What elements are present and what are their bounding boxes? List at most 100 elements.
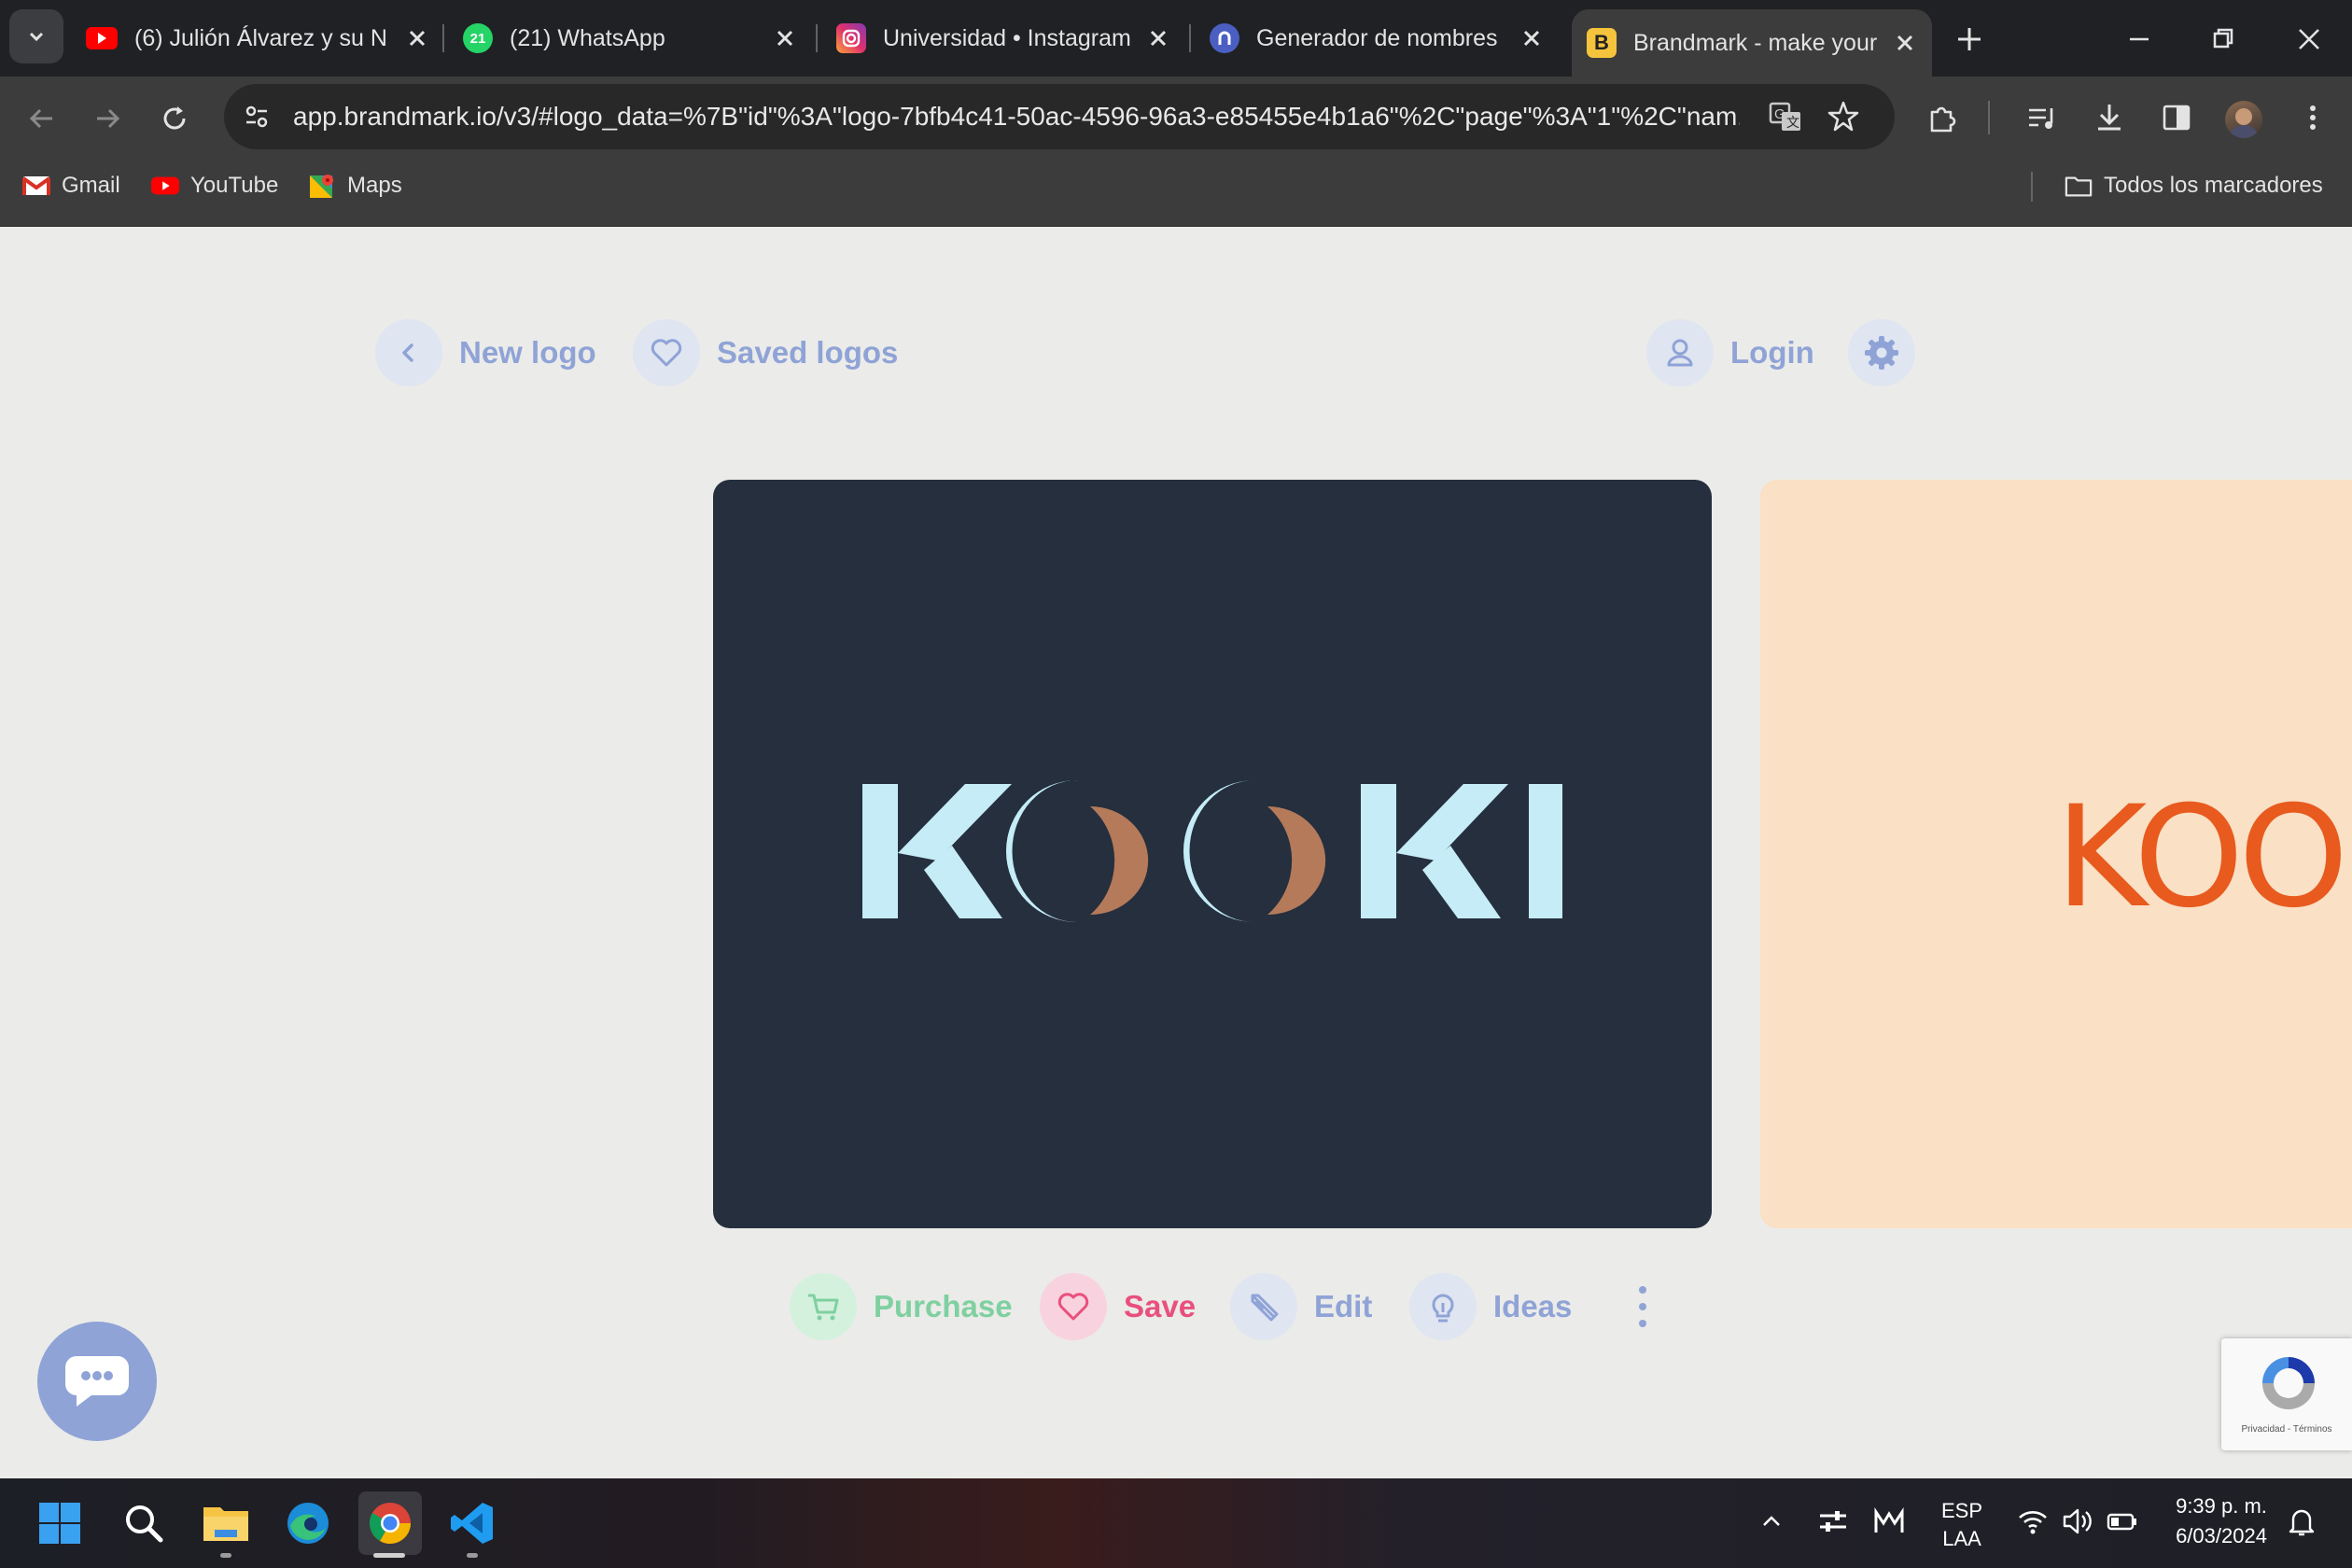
taskbar-search-button[interactable] xyxy=(112,1491,175,1555)
close-icon[interactable] xyxy=(403,24,431,52)
logo-card[interactable]: KOOKI xyxy=(713,480,1712,1228)
close-icon[interactable] xyxy=(1144,24,1172,52)
ideas-label: Ideas xyxy=(1493,1289,1573,1323)
ideas-button[interactable]: Ideas xyxy=(1409,1273,1572,1340)
volume-icon[interactable] xyxy=(2061,1505,2094,1538)
vscode-button[interactable] xyxy=(441,1491,504,1555)
language-code: ESP xyxy=(1940,1499,1983,1522)
edit-button[interactable]: Edit xyxy=(1230,1273,1372,1340)
chrome-button[interactable] xyxy=(358,1491,422,1555)
minimize-icon[interactable] xyxy=(2122,22,2156,56)
running-indicator xyxy=(467,1553,478,1558)
tab-search-button[interactable] xyxy=(9,9,63,63)
vscode-icon xyxy=(451,1503,493,1544)
tab-namelix[interactable]: Generador de nombres xyxy=(1210,0,1546,77)
tab-title: (6) Julión Álvarez y su N xyxy=(134,24,387,51)
logo-preview-text: KOO xyxy=(2055,777,2348,939)
purchase-button[interactable]: Purchase xyxy=(790,1273,1013,1340)
tab-strip: (6) Julión Álvarez y su N 21 (21) WhatsA… xyxy=(0,0,2352,77)
close-icon[interactable] xyxy=(1891,29,1919,57)
tab-brandmark[interactable]: B Brandmark - make your xyxy=(1572,9,1932,77)
url-text[interactable]: app.brandmark.io/v3/#logo_data=%7B"id"%3… xyxy=(293,84,1740,149)
pencil-icon xyxy=(1230,1273,1297,1340)
youtube-icon xyxy=(151,172,179,200)
edit-label: Edit xyxy=(1314,1289,1373,1323)
restore-icon[interactable] xyxy=(2206,22,2240,56)
tab-whatsapp[interactable]: 21 (21) WhatsApp xyxy=(463,0,799,77)
save-button[interactable]: Save xyxy=(1040,1273,1196,1340)
search-icon xyxy=(126,1505,163,1543)
more-vertical-icon[interactable] xyxy=(2294,99,2331,136)
bookmark-youtube[interactable]: YouTube xyxy=(151,159,278,213)
folder-icon xyxy=(2065,172,2093,200)
folder-icon xyxy=(203,1507,248,1541)
battery-icon[interactable] xyxy=(2106,1505,2139,1538)
new-tab-icon[interactable] xyxy=(1953,22,1986,56)
bookmark-maps[interactable]: Maps xyxy=(308,159,402,213)
tab-instagram[interactable]: Universidad • Instagram xyxy=(836,0,1172,77)
file-explorer-button[interactable] xyxy=(194,1491,258,1555)
logo-card-next[interactable]: KOO xyxy=(1760,480,2352,1228)
sliders-icon[interactable] xyxy=(1816,1505,1850,1538)
active-indicator xyxy=(373,1553,405,1558)
login-button[interactable]: Login xyxy=(1646,319,1814,386)
edge-button[interactable] xyxy=(276,1491,340,1555)
back-button[interactable] xyxy=(19,95,65,142)
all-bookmarks-button[interactable]: Todos los marcadores xyxy=(2065,159,2323,213)
address-bar[interactable]: app.brandmark.io/v3/#logo_data=%7B"id"%3… xyxy=(224,84,1895,149)
download-icon[interactable] xyxy=(2091,99,2128,136)
settings-button[interactable] xyxy=(1848,319,1915,386)
chat-icon xyxy=(65,1356,129,1407)
bookmark-star-icon[interactable] xyxy=(1826,99,1861,134)
bookmark-gmail[interactable]: Gmail xyxy=(22,159,120,213)
recaptcha-links[interactable]: Privacidad - Términos xyxy=(2221,1424,2352,1435)
close-icon[interactable] xyxy=(1518,24,1546,52)
chevron-left-icon xyxy=(375,319,442,386)
notification-bell-icon[interactable] xyxy=(2285,1505,2318,1538)
site-info-icon[interactable] xyxy=(241,101,273,133)
clock-time: 9:39 p. m. xyxy=(2176,1494,2267,1518)
new-logo-button[interactable]: New logo xyxy=(375,319,596,386)
maps-icon xyxy=(308,172,336,200)
tab-title: Brandmark - make your xyxy=(1633,29,1878,56)
tab-youtube[interactable]: (6) Julión Álvarez y su N xyxy=(86,0,431,77)
tab-title: Generador de nombres xyxy=(1256,24,1498,51)
arrow-left-icon xyxy=(29,108,52,129)
forward-button[interactable] xyxy=(84,95,131,142)
start-button[interactable] xyxy=(28,1491,91,1555)
youtube-icon xyxy=(86,27,118,49)
side-panel-icon[interactable] xyxy=(2158,99,2195,136)
namelix-icon xyxy=(1210,23,1239,53)
browser-toolbar: app.brandmark.io/v3/#logo_data=%7B"id"%3… xyxy=(0,77,2352,159)
app-tray-icon[interactable] xyxy=(1872,1505,1906,1538)
profile-avatar[interactable] xyxy=(2225,101,2262,138)
input-language[interactable]: ESP LAA xyxy=(1934,1497,1990,1553)
extensions-icon[interactable] xyxy=(1925,99,1962,136)
recaptcha-badge[interactable]: Privacidad - Términos xyxy=(2221,1338,2352,1450)
bookmarks-divider xyxy=(2031,172,2033,202)
reload-button[interactable] xyxy=(151,95,198,142)
chat-button[interactable] xyxy=(37,1322,157,1441)
translate-icon[interactable]: G文 xyxy=(1768,99,1803,134)
close-window-icon[interactable] xyxy=(2292,22,2326,56)
more-options-icon[interactable] xyxy=(1626,1281,1659,1333)
instagram-icon xyxy=(836,23,866,53)
wifi-icon[interactable] xyxy=(2016,1505,2050,1538)
svg-text:文: 文 xyxy=(1786,115,1799,130)
chevron-up-icon[interactable] xyxy=(1757,1506,1786,1536)
tab-separator xyxy=(816,24,818,52)
tab-title: Universidad • Instagram xyxy=(883,24,1131,51)
saved-logos-button[interactable]: Saved logos xyxy=(633,319,898,386)
saved-logos-label: Saved logos xyxy=(717,335,899,370)
clock[interactable]: 9:39 p. m. 6/03/2024 xyxy=(2156,1491,2287,1551)
tab-title: (21) WhatsApp xyxy=(510,24,665,51)
tab-separator xyxy=(442,24,444,52)
bookmark-label: Gmail xyxy=(62,173,120,198)
logo-kooki xyxy=(862,780,1562,922)
close-icon[interactable] xyxy=(771,24,799,52)
new-logo-label: New logo xyxy=(459,335,596,370)
media-controls-icon[interactable] xyxy=(2023,99,2061,136)
gmail-icon xyxy=(22,172,50,200)
bookmark-label: Maps xyxy=(347,173,402,198)
windows-icon xyxy=(39,1503,80,1544)
